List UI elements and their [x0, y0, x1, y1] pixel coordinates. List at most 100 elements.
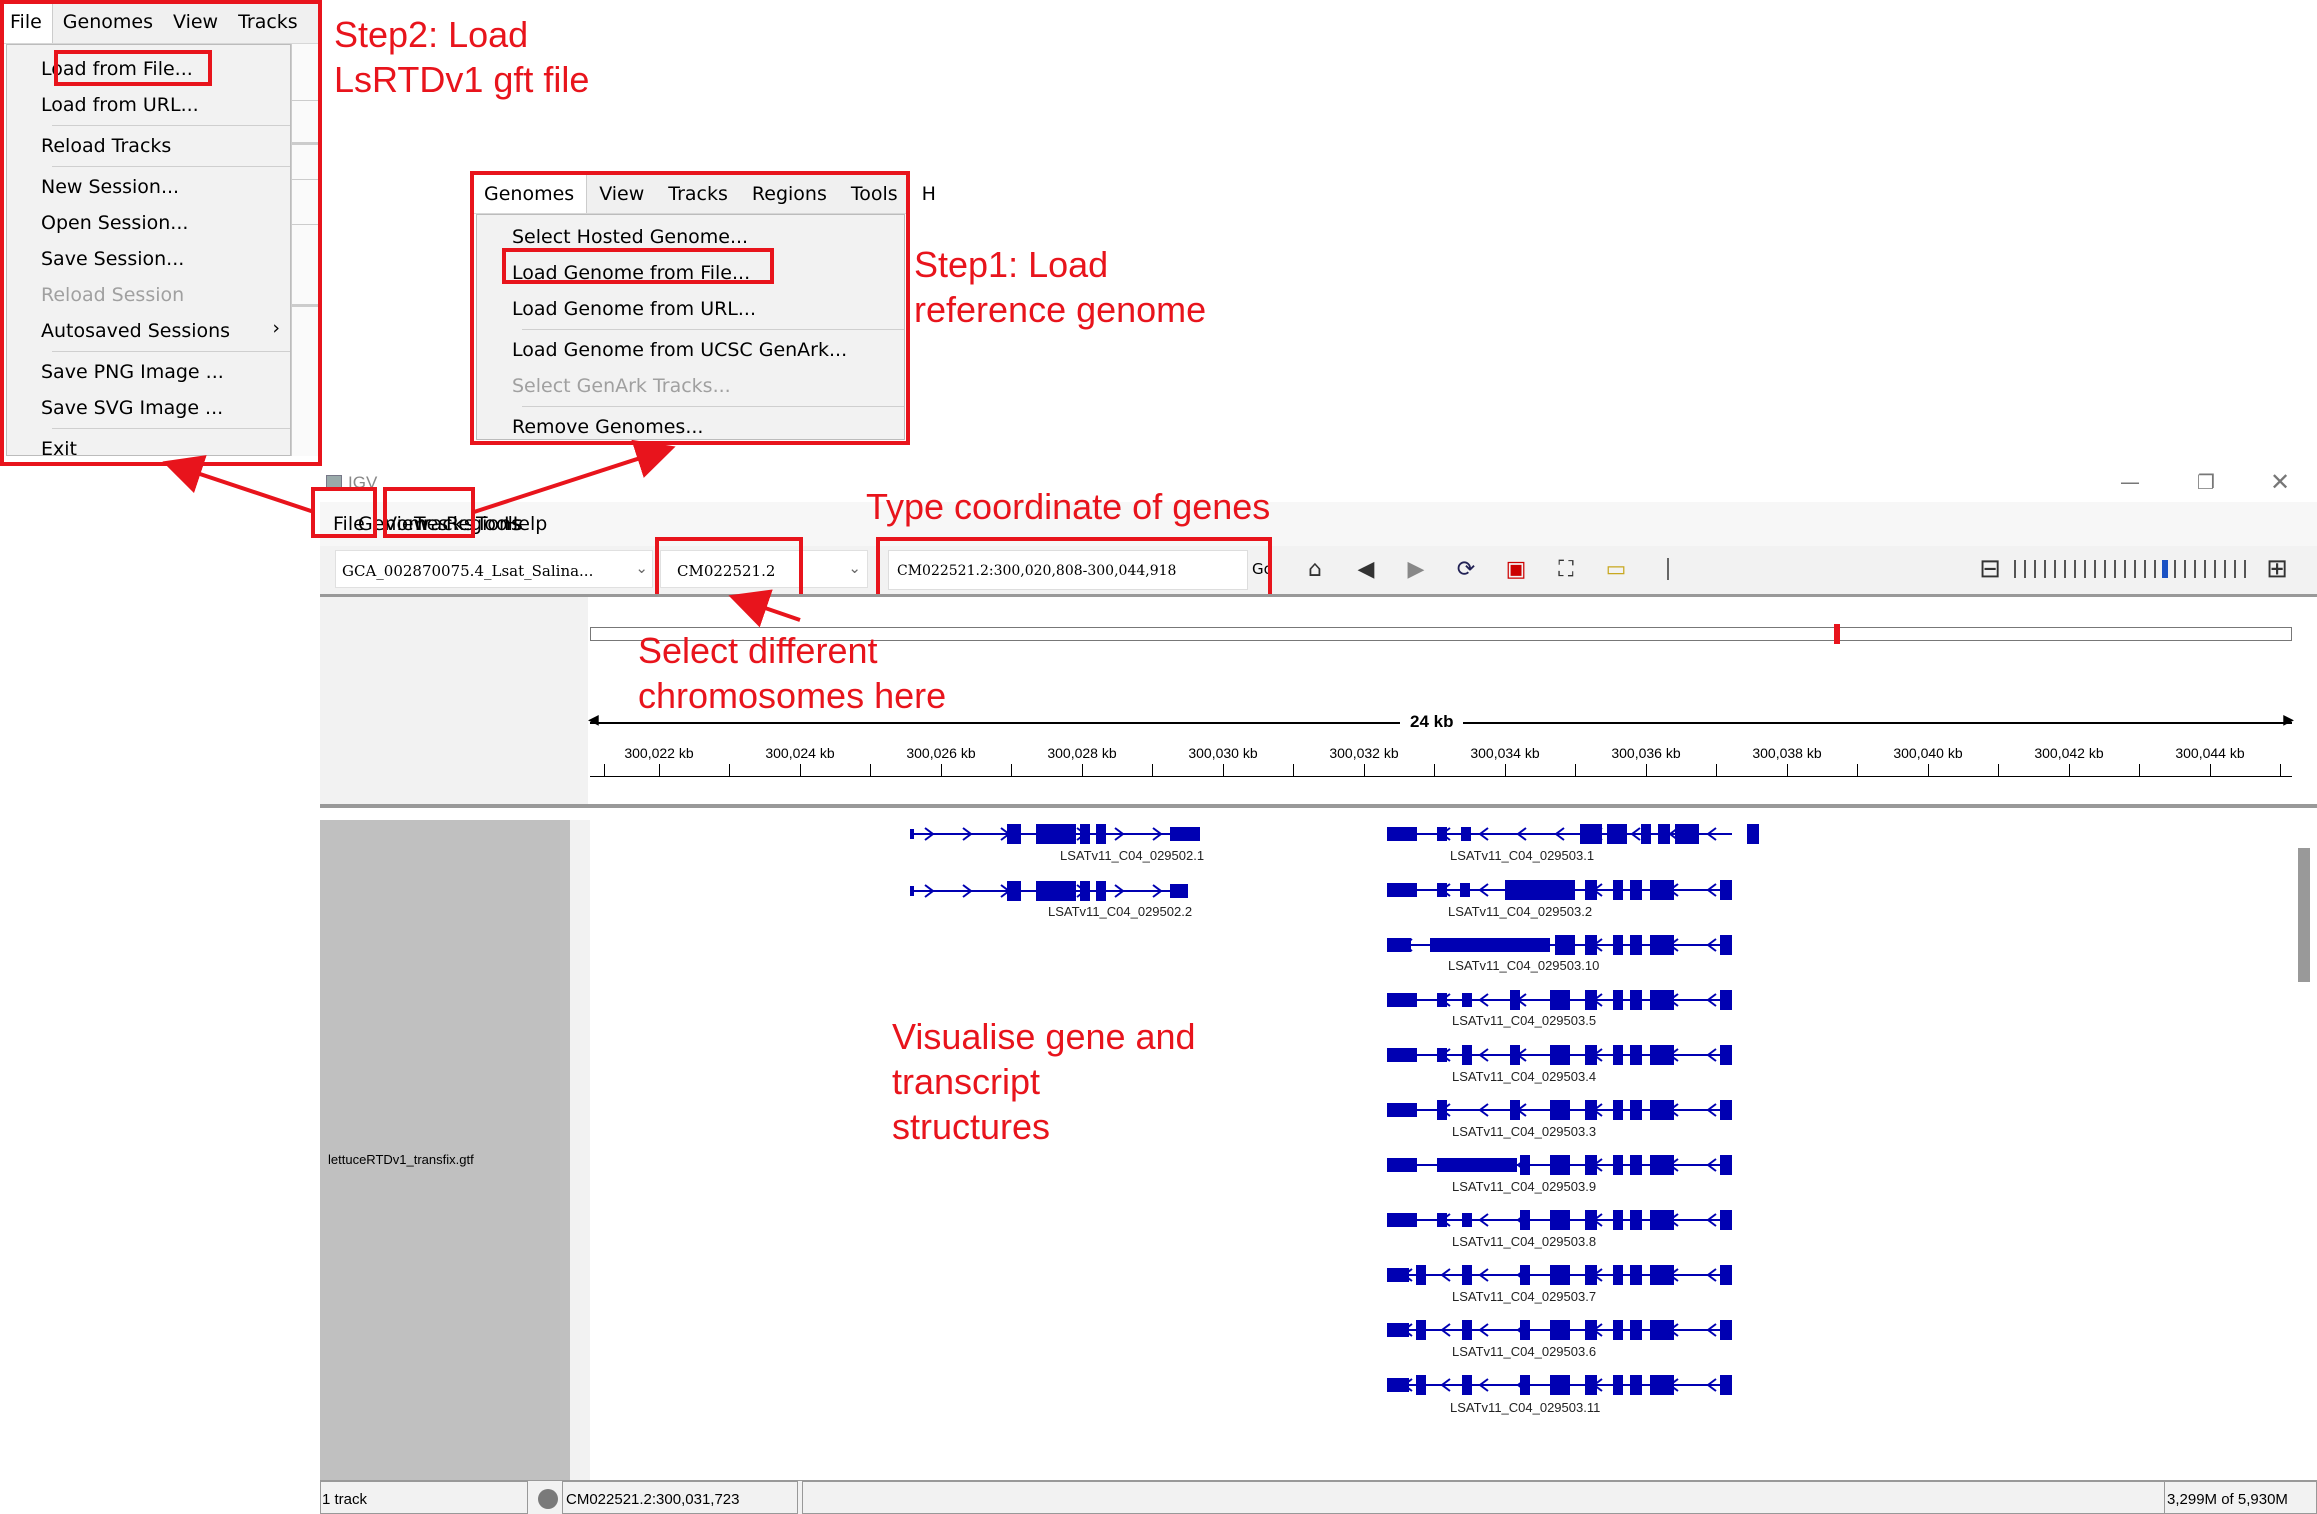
back-arrow-icon[interactable]: ◀	[1349, 552, 1383, 586]
exon	[1555, 935, 1575, 955]
chevron-down-icon: ⌄	[848, 559, 861, 577]
exon	[1630, 990, 1642, 1010]
step2-annotation: Step2: Load LsRTDv1 gft file	[334, 14, 590, 100]
forward-arrow-icon[interactable]: ▶	[1399, 552, 1433, 586]
exon	[1096, 881, 1106, 901]
exon	[1510, 990, 1520, 1010]
locus-input-highlight	[876, 537, 1272, 600]
exon	[1641, 824, 1651, 844]
exon	[1675, 824, 1699, 844]
exon	[1387, 1268, 1409, 1282]
ruler-minor-tick	[2139, 764, 2140, 776]
track-name-panel: lettuceRTDv1_transfix.gtf	[320, 820, 570, 1484]
exon	[1630, 935, 1642, 955]
exon	[1461, 827, 1471, 841]
ruler-tick-label: 300,038 kb	[1752, 745, 1822, 761]
ruler-tick-label: 300,024 kb	[765, 745, 835, 761]
exon	[1437, 827, 1447, 841]
ruler-tick	[1646, 764, 1647, 776]
igv-toolbar: GCA_002870075.4_Lsat_Salina... ⌄ CM02252…	[320, 546, 2317, 592]
ruler-minor-tick	[1011, 764, 1012, 776]
ruler-minor-tick	[2280, 764, 2281, 776]
header-name-panel	[320, 597, 588, 804]
ruler-tick	[1223, 764, 1224, 776]
exon	[1510, 1100, 1520, 1120]
exon	[1387, 938, 1411, 952]
refresh-icon[interactable]: ⟳	[1449, 552, 1483, 586]
ruler-tick	[800, 764, 801, 776]
zoom-tick	[2074, 560, 2076, 578]
exon	[1613, 935, 1623, 955]
exon	[1387, 1323, 1409, 1337]
exon	[1170, 884, 1188, 898]
transcript-label: LSATv11_C04_029502.2	[1048, 904, 1192, 919]
exon	[1462, 1375, 1472, 1395]
ruler-minor-tick	[1434, 764, 1435, 776]
menu-h[interactable]: H	[910, 183, 948, 205]
fit-window-icon[interactable]: ⛶	[1549, 552, 1583, 586]
exon	[1585, 880, 1597, 900]
ruler-tick-label: 300,028 kb	[1047, 745, 1117, 761]
exon	[1036, 824, 1076, 844]
exon	[1585, 1265, 1597, 1285]
transcript-label: LSATv11_C04_029503.9	[1452, 1179, 1596, 1194]
exon	[1437, 1100, 1447, 1120]
exon	[1650, 1375, 1674, 1395]
zoom-tick	[2024, 560, 2026, 578]
zoom-out-icon[interactable]: ⊟	[1973, 552, 2007, 586]
exon	[1580, 824, 1602, 844]
exon	[1720, 880, 1732, 900]
genome-select-value: GCA_002870075.4_Lsat_Salina...	[342, 562, 594, 580]
exon	[1720, 990, 1732, 1010]
exon	[1585, 990, 1597, 1010]
zoom-tick	[2154, 560, 2156, 578]
genome-select[interactable]: GCA_002870075.4_Lsat_Salina... ⌄	[335, 550, 653, 588]
zoom-tick	[2134, 560, 2136, 578]
ruler-minor-tick	[1575, 764, 1576, 776]
exon	[1650, 1100, 1674, 1120]
exon	[1613, 990, 1623, 1010]
zoom-slider[interactable]	[2014, 558, 2254, 580]
zoom-tick	[2194, 560, 2196, 578]
exon	[1460, 883, 1470, 897]
ruler-tick-label: 300,040 kb	[1893, 745, 1963, 761]
load-genome-from-file-highlight	[502, 248, 774, 284]
zoom-in-icon[interactable]: ⊞	[2260, 552, 2294, 586]
transcript-label: LSATv11_C04_029503.2	[1448, 904, 1592, 919]
status-bar: 1 track CM022521.2:300,031,723 3,299M of…	[320, 1480, 2317, 1514]
track-scrollbar[interactable]	[2298, 848, 2310, 982]
zoom-tick	[2044, 560, 2046, 578]
restore-icon[interactable]: ❐	[2197, 470, 2215, 494]
step1-annotation: Step1: Load reference genome	[914, 244, 1207, 330]
transcript-label: LSATv11_C04_029503.6	[1452, 1344, 1596, 1359]
attribute-panel	[570, 820, 590, 1484]
exon	[1607, 824, 1627, 844]
exon	[910, 829, 914, 839]
exon	[1585, 1155, 1597, 1175]
track-name-label[interactable]: lettuceRTDv1_transfix.gtf	[328, 1152, 474, 1167]
status-position: CM022521.2:300,031,723	[562, 1481, 798, 1514]
ruler-tick-label: 300,030 kb	[1188, 745, 1258, 761]
close-icon[interactable]: ✕	[2270, 468, 2290, 496]
popup-info-icon[interactable]: ▭	[1599, 552, 1633, 586]
roi-icon[interactable]: ▣	[1499, 552, 1533, 586]
zoom-tick	[2214, 560, 2216, 578]
exon	[910, 886, 914, 896]
exon	[1437, 1213, 1447, 1227]
exon	[1036, 881, 1076, 901]
exon	[1630, 1375, 1642, 1395]
exon	[1437, 993, 1447, 1007]
exon	[1550, 1155, 1570, 1175]
load-from-file-highlight	[54, 50, 212, 86]
exon	[1550, 1045, 1570, 1065]
exon	[1585, 935, 1597, 955]
minimize-icon[interactable]: —	[2120, 470, 2140, 494]
exon	[1630, 880, 1642, 900]
exon	[1550, 990, 1570, 1010]
exon	[1550, 1265, 1570, 1285]
exon	[1650, 880, 1674, 900]
zoom-tick	[2234, 560, 2236, 578]
igv-title-bar: IGV — ❐ ✕	[320, 466, 2317, 502]
exon	[1387, 883, 1417, 897]
home-icon[interactable]: ⌂	[1298, 552, 1332, 586]
